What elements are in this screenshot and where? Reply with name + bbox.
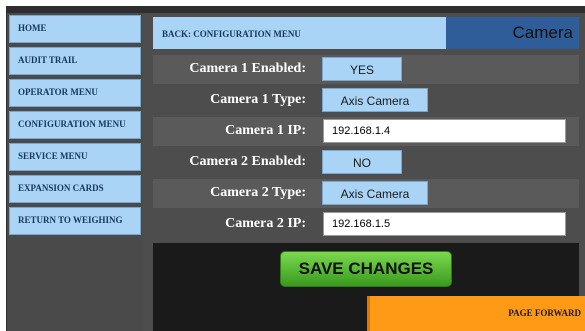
camera2-type-selector[interactable]: Axis Camera	[322, 181, 428, 205]
sidebar-item-return-to-weighing[interactable]: RETURN TO WEIGHING	[9, 207, 141, 235]
camera2-enabled-label: Camera 2 Enabled:	[189, 154, 306, 169]
camera2-type-label: Camera 2 Type:	[210, 185, 306, 200]
camera2-ip-field[interactable]	[323, 212, 566, 236]
camera1-type-label: Camera 1 Type:	[210, 92, 306, 107]
sidebar-item-operator-menu[interactable]: OPERATOR MENU	[9, 79, 141, 107]
back-configuration-menu-button[interactable]: BACK: CONFIGURATION MENU	[153, 17, 446, 49]
sidebar-item-service-menu[interactable]: SERVICE MENU	[9, 143, 141, 171]
sidebar: HOME AUDIT TRAIL OPERATOR MENU CONFIGURA…	[7, 13, 143, 331]
camera1-ip-label: Camera 1 IP:	[225, 123, 306, 138]
page-forward-button[interactable]: PAGE FORWARD	[367, 296, 585, 331]
save-changes-button[interactable]: SAVE CHANGES	[280, 251, 452, 287]
sidebar-item-audit-trail[interactable]: AUDIT TRAIL	[9, 47, 141, 75]
sidebar-item-configuration-menu[interactable]: CONFIGURATION MENU	[9, 111, 141, 139]
camera2-enabled-toggle[interactable]: NO	[322, 150, 402, 174]
camera2-ip-label: Camera 2 IP:	[225, 216, 306, 231]
sidebar-item-expansion-cards[interactable]: EXPANSION CARDS	[9, 175, 141, 203]
camera1-type-selector[interactable]: Axis Camera	[322, 88, 428, 112]
page-title: Camera	[446, 17, 579, 49]
sidebar-item-home[interactable]: HOME	[9, 15, 141, 43]
camera1-ip-field[interactable]	[323, 119, 566, 143]
camera1-enabled-label: Camera 1 Enabled:	[189, 61, 306, 76]
camera1-enabled-toggle[interactable]: YES	[322, 57, 402, 81]
